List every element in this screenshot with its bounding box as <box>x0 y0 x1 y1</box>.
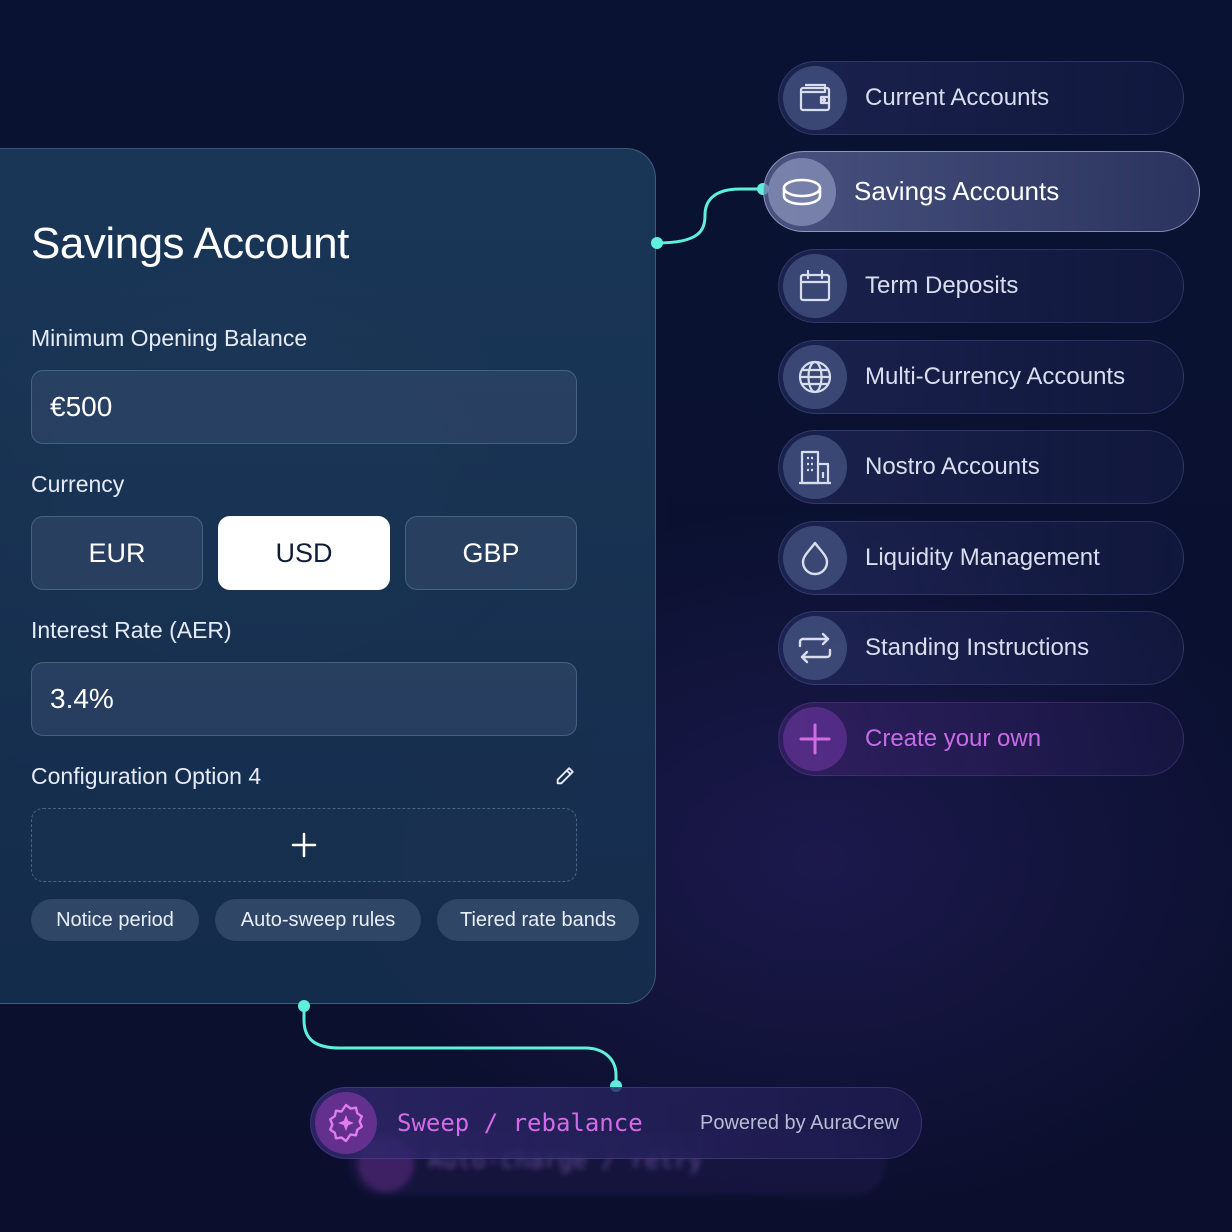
menu-item-term-deposits[interactable]: Term Deposits <box>778 249 1184 323</box>
interest-rate-input[interactable]: 3.4% <box>31 662 577 736</box>
menu-label: Current Accounts <box>865 84 1050 111</box>
menu-item-create-your-own[interactable]: Create your own <box>778 702 1184 776</box>
menu-label: Create your own <box>865 725 1042 752</box>
currency-gbp-button[interactable]: GBP <box>405 516 577 590</box>
currency-eur-button[interactable]: EUR <box>31 516 203 590</box>
pencil-icon[interactable] <box>554 765 576 787</box>
repeat-icon <box>798 632 832 664</box>
powered-by-text: Powered by AuraCrew <box>700 1112 899 1134</box>
currency-usd-button[interactable]: USD <box>218 516 390 590</box>
currency-label: Currency <box>31 471 125 497</box>
menu-label: Multi-Currency Accounts <box>865 363 1126 390</box>
interest-rate-value: 3.4% <box>50 683 114 714</box>
coins-icon <box>782 178 822 205</box>
chip-overflow[interactable] <box>655 899 656 941</box>
calendar-icon <box>799 269 831 302</box>
savings-account-card: Savings Account Minimum Opening Balance … <box>0 148 656 1004</box>
menu-item-multi-currency-accounts[interactable]: Multi-Currency Accounts <box>778 340 1184 414</box>
min-balance-value: €500 <box>50 391 113 422</box>
config-option-label: Configuration Option 4 <box>31 763 262 789</box>
menu-label: Nostro Accounts <box>865 453 1040 480</box>
sweep-rebalance-text: Sweep / rebalance <box>397 1109 643 1137</box>
min-balance-label: Minimum Opening Balance <box>31 325 308 351</box>
menu-label: Liquidity Management <box>865 544 1100 571</box>
menu-item-current-accounts[interactable]: Current Accounts <box>778 61 1184 135</box>
building-icon <box>799 450 831 485</box>
droplet-icon <box>801 541 829 576</box>
add-config-option-button[interactable] <box>31 808 577 882</box>
menu-item-nostro-accounts[interactable]: Nostro Accounts <box>778 430 1184 504</box>
globe-icon <box>798 360 832 394</box>
chip-tiered-rate-bands[interactable]: Tiered rate bands <box>437 899 639 941</box>
plus-icon <box>291 832 317 858</box>
menu-item-liquidity-management[interactable]: Liquidity Management <box>778 521 1184 595</box>
sparkle-badge-icon <box>329 1103 363 1143</box>
chip-auto-sweep-rules[interactable]: Auto-sweep rules <box>215 899 421 941</box>
sweep-rebalance-pill[interactable]: Sweep / rebalance Powered by AuraCrew <box>310 1087 922 1159</box>
menu-label: Standing Instructions <box>865 634 1090 661</box>
chip-notice-period[interactable]: Notice period <box>31 899 199 941</box>
menu-item-savings-accounts[interactable]: Savings Accounts <box>763 151 1200 232</box>
menu-item-standing-instructions[interactable]: Standing Instructions <box>778 611 1184 685</box>
min-balance-input[interactable]: €500 <box>31 370 577 444</box>
card-title: Savings Account <box>31 219 349 268</box>
wallet-icon <box>799 83 831 112</box>
plus-icon <box>799 723 831 755</box>
interest-rate-label: Interest Rate (AER) <box>31 617 232 643</box>
menu-label: Term Deposits <box>865 272 1019 299</box>
menu-label: Savings Accounts <box>854 176 1060 206</box>
